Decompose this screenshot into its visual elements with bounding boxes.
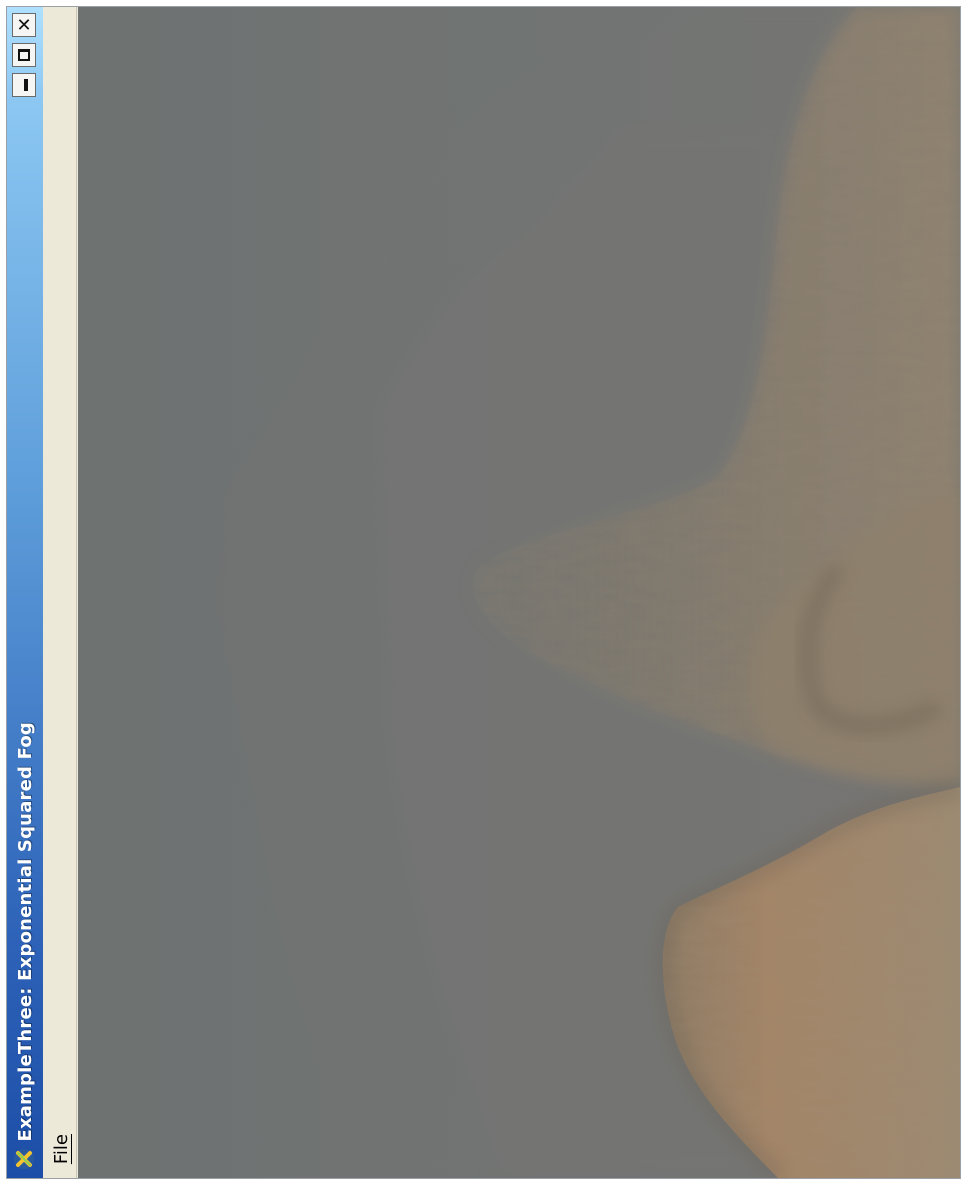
- menu-file[interactable]: File: [49, 1130, 74, 1168]
- maximize-button[interactable]: [12, 43, 36, 67]
- close-button[interactable]: ✕: [12, 13, 36, 37]
- window-title: ExampleThree: Exponential Squared Fog: [15, 722, 36, 1142]
- menu-bar: File: [43, 7, 77, 1178]
- maximize-icon: [18, 49, 30, 61]
- render-viewport[interactable]: [78, 7, 960, 1178]
- minimize-button[interactable]: [12, 73, 36, 97]
- minimize-icon: [24, 79, 28, 91]
- title-bar[interactable]: ✕ ExampleThree: Exponential Squared Fog: [7, 7, 43, 1178]
- close-icon: ✕: [16, 14, 32, 36]
- app-window: ✕ ExampleThree: Exponential Squared Fog …: [6, 6, 961, 1179]
- fog-terrain-scene: [78, 7, 960, 1178]
- x-logo-icon: [14, 1149, 34, 1169]
